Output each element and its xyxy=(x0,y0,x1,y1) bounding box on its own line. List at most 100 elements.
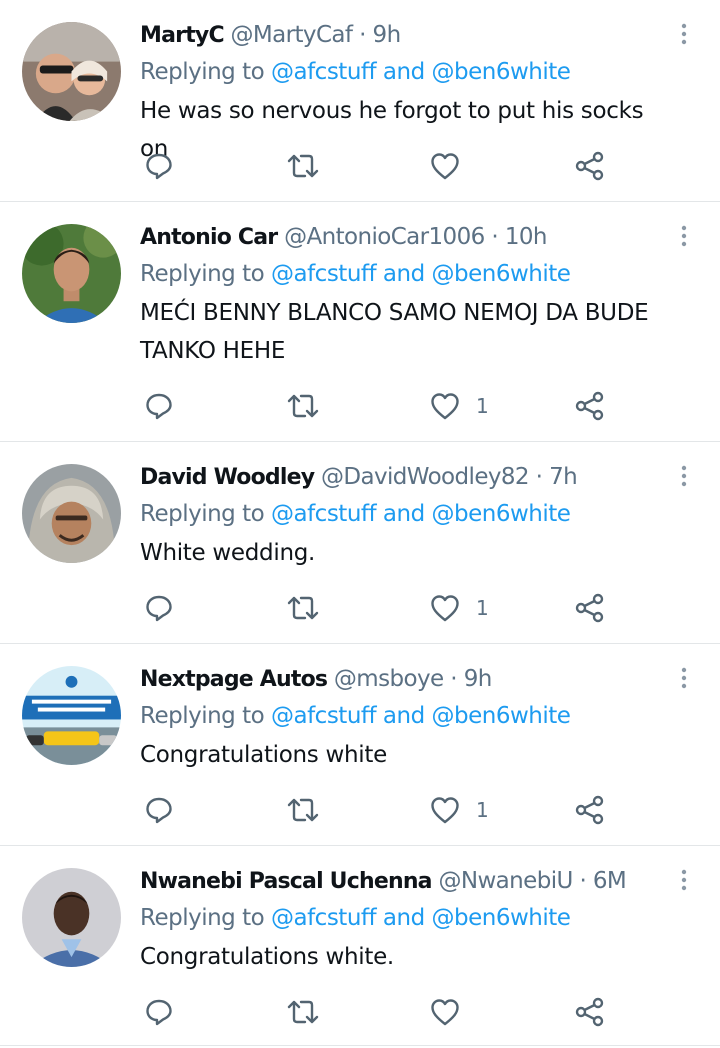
tweet[interactable]: Nextpage Autos @msboye · 9h Replying to … xyxy=(0,644,720,846)
mention-link[interactable]: @ben6white xyxy=(432,501,571,527)
reply-button[interactable] xyxy=(144,588,174,628)
tweet-body: Antonio Car @AntonioCar1006 · 10h Replyi… xyxy=(140,202,660,370)
separator-dot: · xyxy=(450,666,457,692)
timestamp[interactable]: 7h xyxy=(549,464,578,490)
reply-button[interactable] xyxy=(144,992,174,1032)
timestamp[interactable]: 9h xyxy=(373,22,402,48)
reply-button[interactable] xyxy=(144,146,174,186)
mention-link[interactable]: @ben6white xyxy=(432,261,571,287)
like-button[interactable]: 1 xyxy=(430,386,489,426)
mention-link[interactable]: @ben6white xyxy=(432,905,571,931)
retweet-button[interactable] xyxy=(286,790,320,830)
tweet[interactable]: MartyC @MartyCaf · 9h Replying to @afcst… xyxy=(0,0,720,202)
mention-and: and xyxy=(382,703,425,729)
separator-dot: · xyxy=(491,224,499,250)
author-handle[interactable]: @AntonioCar1006 xyxy=(284,224,485,250)
mention-and: and xyxy=(382,59,425,85)
tweet-body: Nextpage Autos @msboye · 9h Replying to … xyxy=(140,644,660,774)
tweet[interactable]: David Woodley @DavidWoodley82 · 7h Reply… xyxy=(0,442,720,644)
mention-and: and xyxy=(382,905,425,931)
share-button[interactable] xyxy=(574,992,606,1032)
retweet-icon xyxy=(287,154,319,178)
timestamp[interactable]: 9h xyxy=(464,666,493,692)
reply-icon xyxy=(146,393,172,420)
share-icon xyxy=(575,151,604,181)
retweet-icon xyxy=(287,596,319,620)
author-handle[interactable]: @DavidWoodley82 xyxy=(321,464,530,490)
replying-to: Replying to @afcstuff and @ben6white xyxy=(140,52,660,92)
like-icon xyxy=(431,797,459,824)
mention-link[interactable]: @ben6white xyxy=(432,703,571,729)
more-options-icon[interactable] xyxy=(676,666,692,690)
tweet[interactable]: Antonio Car @AntonioCar1006 · 10h Replyi… xyxy=(0,202,720,442)
like-button[interactable] xyxy=(430,146,476,186)
author-handle[interactable]: @msboye xyxy=(334,666,444,692)
replying-to-label: Replying to xyxy=(140,501,265,527)
like-count: 1 xyxy=(476,394,489,418)
tweet-body: Nwanebi Pascal Uchenna @NwanebiU · 6M Re… xyxy=(140,846,660,976)
tweet-text: Congratulations white xyxy=(140,742,387,768)
replying-to: Replying to @afcstuff and @ben6white xyxy=(140,696,660,736)
more-options-icon[interactable] xyxy=(676,868,692,892)
share-button[interactable] xyxy=(574,386,606,426)
retweet-button[interactable] xyxy=(286,386,320,426)
replying-to-label: Replying to xyxy=(140,905,265,931)
tweet-header: Nwanebi Pascal Uchenna @NwanebiU · 6M xyxy=(140,864,660,898)
tweet-text: MEĆI BENNY BLANCO SAMO NEMOJ DA BUDE TAN… xyxy=(140,300,649,364)
tweet-body: David Woodley @DavidWoodley82 · 7h Reply… xyxy=(140,442,660,572)
like-button[interactable]: 1 xyxy=(430,790,489,830)
replying-to-label: Replying to xyxy=(140,703,265,729)
separator-dot: · xyxy=(579,868,587,894)
author-name[interactable]: Nextpage Autos xyxy=(140,667,328,692)
author-name[interactable]: Nwanebi Pascal Uchenna xyxy=(140,869,433,894)
author-handle[interactable]: @NwanebiU xyxy=(438,868,573,894)
like-button[interactable]: 1 xyxy=(430,588,489,628)
more-options-icon[interactable] xyxy=(676,464,692,488)
retweet-icon xyxy=(287,1000,319,1024)
retweet-button[interactable] xyxy=(286,588,320,628)
replying-to: Replying to @afcstuff and @ben6white xyxy=(140,494,660,534)
reply-icon xyxy=(146,797,172,824)
like-icon xyxy=(431,999,459,1026)
retweet-button[interactable] xyxy=(286,992,320,1032)
reply-icon xyxy=(146,595,172,622)
author-handle[interactable]: @MartyCaf xyxy=(231,22,353,48)
retweet-button[interactable] xyxy=(286,146,320,186)
tweet-header: MartyC @MartyCaf · 9h xyxy=(140,18,660,52)
mention-link[interactable]: @afcstuff xyxy=(271,703,377,729)
avatar[interactable] xyxy=(22,666,121,765)
reply-button[interactable] xyxy=(144,386,174,426)
mention-link[interactable]: @afcstuff xyxy=(271,261,377,287)
share-icon xyxy=(575,997,604,1027)
tweet[interactable]: Nwanebi Pascal Uchenna @NwanebiU · 6M Re… xyxy=(0,846,720,1046)
replying-to: Replying to @afcstuff and @ben6white xyxy=(140,898,660,938)
like-button[interactable] xyxy=(430,992,476,1032)
replying-to: Replying to @afcstuff and @ben6white xyxy=(140,254,660,294)
share-button[interactable] xyxy=(574,588,606,628)
more-options-icon[interactable] xyxy=(676,224,692,248)
mention-link[interactable]: @afcstuff xyxy=(271,501,377,527)
reply-button[interactable] xyxy=(144,790,174,830)
avatar[interactable] xyxy=(22,22,121,121)
avatar[interactable] xyxy=(22,464,121,563)
reply-feed: MartyC @MartyCaf · 9h Replying to @afcst… xyxy=(0,0,720,1046)
share-button[interactable] xyxy=(574,790,606,830)
timestamp[interactable]: 10h xyxy=(505,224,548,250)
author-name[interactable]: David Woodley xyxy=(140,465,315,490)
more-options-icon[interactable] xyxy=(676,22,692,46)
author-name[interactable]: MartyC xyxy=(140,23,225,48)
tweet-actions xyxy=(140,992,620,1032)
share-button[interactable] xyxy=(574,146,606,186)
avatar[interactable] xyxy=(22,868,121,967)
mention-link[interactable]: @afcstuff xyxy=(271,905,377,931)
tweet-text: Congratulations white. xyxy=(140,944,394,970)
avatar[interactable] xyxy=(22,224,121,323)
separator-dot: · xyxy=(359,22,366,48)
mention-link[interactable]: @ben6white xyxy=(432,59,571,85)
tweet-actions: 1 xyxy=(140,790,620,830)
timestamp[interactable]: 6M xyxy=(593,868,627,894)
separator-dot: · xyxy=(535,464,543,490)
author-name[interactable]: Antonio Car xyxy=(140,225,278,250)
replying-to-label: Replying to xyxy=(140,59,265,85)
mention-link[interactable]: @afcstuff xyxy=(271,59,377,85)
